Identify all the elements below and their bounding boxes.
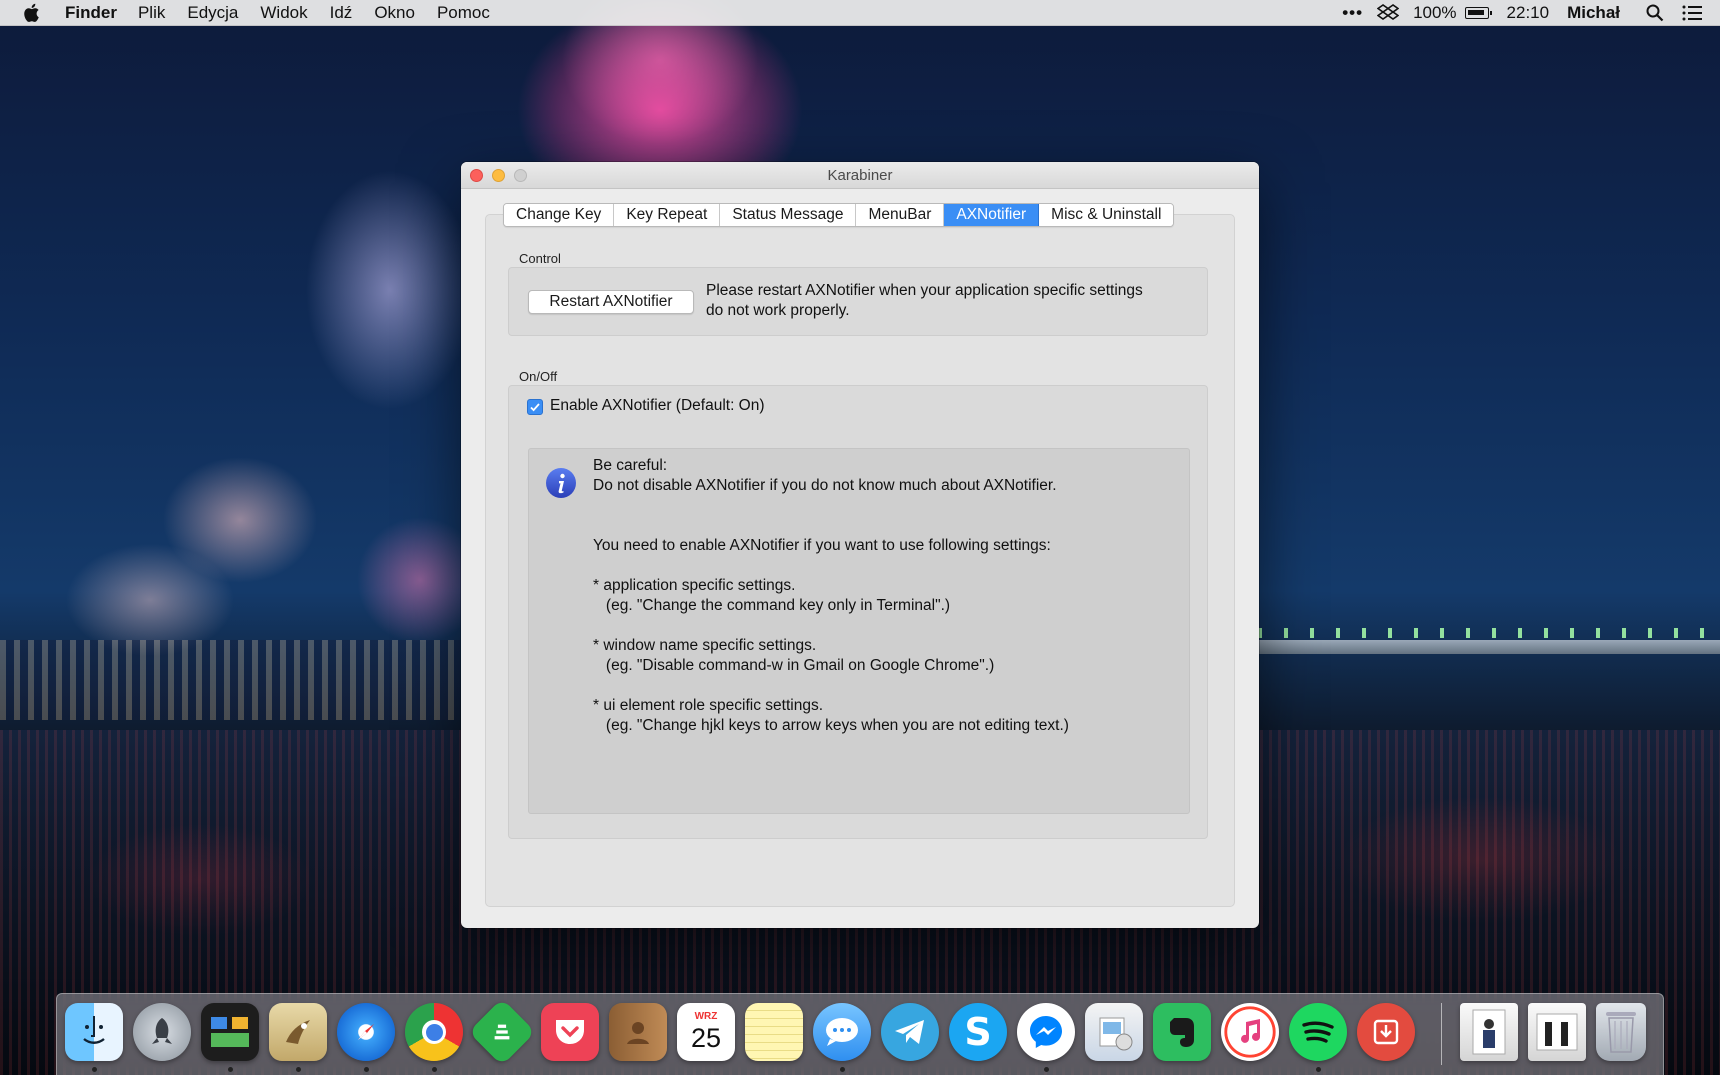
pocket-icon[interactable] <box>541 1003 599 1061</box>
notification-center-icon[interactable] <box>1682 5 1702 21</box>
bridge <box>1258 640 1720 654</box>
dropbox-icon[interactable] <box>1377 3 1400 22</box>
tab-axnotifier[interactable]: AXNotifier <box>944 204 1040 226</box>
tab-bar: Change Key Key Repeat Status Message Men… <box>503 203 1175 227</box>
control-group-label: Control <box>519 251 561 266</box>
running-indicator <box>364 1067 369 1072</box>
clock[interactable]: 22:10 <box>1507 3 1550 23</box>
enable-axnotifier-checkbox[interactable] <box>527 399 543 415</box>
menu-help[interactable]: Pomoc <box>437 3 490 23</box>
restart-axnotifier-button[interactable]: Restart AXNotifier <box>528 290 694 314</box>
calendar-day: 25 <box>690 1023 722 1053</box>
spotlight-search-icon[interactable] <box>1646 4 1664 22</box>
running-indicator <box>840 1067 845 1072</box>
info-item-2-example: (eg. "Disable command-w in Gmail on Goog… <box>593 657 995 674</box>
running-indicator <box>296 1067 301 1072</box>
calendar-month: WRZ <box>694 1011 718 1022</box>
zoom-window-icon[interactable] <box>514 169 527 182</box>
restart-description-line-1: Please restart AXNotifier when your appl… <box>706 282 1143 299</box>
mail-icon[interactable] <box>269 1003 327 1061</box>
info-warning-title: Be careful: <box>593 457 668 474</box>
menu-bar: Finder Plik Edycja Widok Idź Okno Pomoc … <box>0 0 1720 26</box>
document-stack-icon[interactable] <box>1460 1003 1518 1061</box>
user-name[interactable]: Michał <box>1567 3 1620 23</box>
tab-change-key[interactable]: Change Key <box>504 204 615 226</box>
info-item-1-title: * application specific settings. <box>593 577 796 594</box>
info-box <box>528 448 1190 814</box>
transmit-icon[interactable] <box>1357 1003 1415 1061</box>
battery-percent[interactable]: 100% <box>1413 3 1456 23</box>
running-indicator <box>432 1067 437 1072</box>
bridge-lights <box>1258 628 1720 638</box>
menu-view[interactable]: Widok <box>260 3 307 23</box>
messages-icon[interactable] <box>813 1003 871 1061</box>
itunes-icon[interactable] <box>1221 1003 1279 1061</box>
info-item-3-example: (eg. "Change hjkl keys to arrow keys whe… <box>593 717 1069 734</box>
launchpad-icon[interactable] <box>133 1003 191 1061</box>
running-indicator <box>1044 1067 1049 1072</box>
preview-icon[interactable] <box>1085 1003 1143 1061</box>
close-window-icon[interactable] <box>470 169 483 182</box>
menu-edit[interactable]: Edycja <box>187 3 238 23</box>
running-indicator <box>1316 1067 1321 1072</box>
checkmark-icon <box>530 403 540 412</box>
menu-app-name[interactable]: Finder <box>65 3 117 23</box>
trash-icon[interactable] <box>1596 1003 1646 1061</box>
messenger-icon[interactable] <box>1017 1003 1075 1061</box>
contacts-icon[interactable] <box>609 1003 667 1061</box>
calendar-icon[interactable]: WRZ 25 <box>677 1003 735 1061</box>
info-item-3-title: * ui element role specific settings. <box>593 697 824 714</box>
document-stack-icon[interactable] <box>1528 1003 1586 1061</box>
finder-icon[interactable] <box>65 1003 123 1061</box>
running-indicator <box>228 1067 233 1072</box>
window-titlebar[interactable]: Karabiner <box>461 162 1259 189</box>
menu-file[interactable]: Plik <box>138 3 165 23</box>
info-item-1-example: (eg. "Change the command key only in Ter… <box>593 597 951 614</box>
spotify-icon[interactable] <box>1289 1003 1347 1061</box>
menu-go[interactable]: Idź <box>330 3 353 23</box>
more-icon[interactable]: ••• <box>1342 3 1363 23</box>
battery-icon[interactable] <box>1464 6 1492 19</box>
menu-window[interactable]: Okno <box>374 3 415 23</box>
city-skyline <box>0 640 460 720</box>
safari-icon[interactable] <box>337 1003 395 1061</box>
skype-icon[interactable]: S <box>949 1003 1007 1061</box>
onoff-group-label: On/Off <box>519 369 558 384</box>
info-icon <box>546 468 576 498</box>
running-indicator <box>92 1067 97 1072</box>
chrome-icon[interactable] <box>405 1003 463 1061</box>
tab-key-repeat[interactable]: Key Repeat <box>614 204 721 226</box>
mission-control-icon[interactable] <box>201 1003 259 1061</box>
tab-menubar[interactable]: MenuBar <box>856 204 945 226</box>
karabiner-window: Karabiner Change Key Key Repeat Status M… <box>461 162 1259 928</box>
apple-menu-icon[interactable] <box>22 2 42 24</box>
restart-description-line-2: do not work properly. <box>706 302 850 319</box>
info-item-2-title: * window name specific settings. <box>593 637 817 654</box>
dock-separator <box>1441 1003 1442 1065</box>
info-intro-text: You need to enable AXNotifier if you wan… <box>593 537 1051 554</box>
tab-status-message[interactable]: Status Message <box>720 204 857 226</box>
restart-description: Please restart AXNotifier when your appl… <box>706 281 1143 321</box>
evernote-icon[interactable] <box>1153 1003 1211 1061</box>
window-title: Karabiner <box>827 166 893 184</box>
telegram-icon[interactable] <box>881 1003 939 1061</box>
enable-axnotifier-label[interactable]: Enable AXNotifier (Default: On) <box>550 397 765 415</box>
minimize-window-icon[interactable] <box>492 169 505 182</box>
info-warning-text: Do not disable AXNotifier if you do not … <box>593 477 1057 494</box>
tab-misc-uninstall[interactable]: Misc & Uninstall <box>1039 204 1174 226</box>
notes-icon[interactable] <box>745 1003 803 1061</box>
